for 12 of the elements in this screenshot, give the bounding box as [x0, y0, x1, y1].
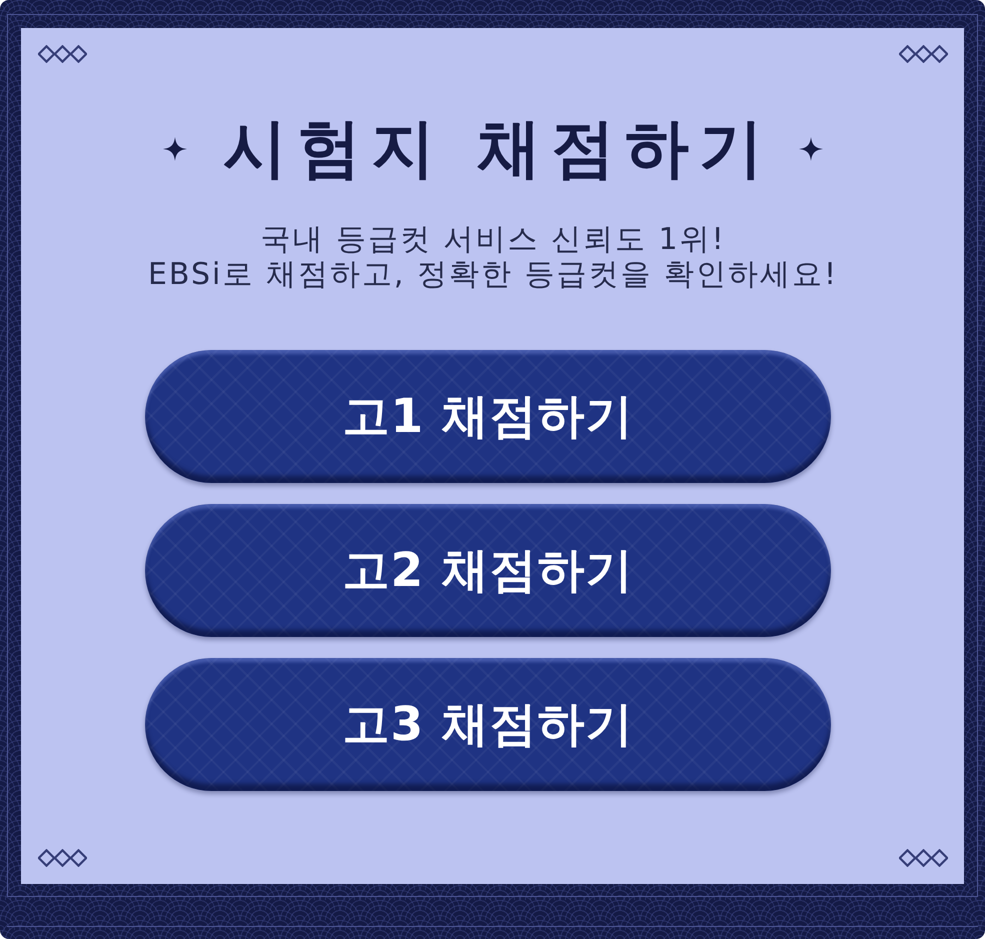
diamond-chain-icon: [38, 45, 87, 63]
grade-scoring-button[interactable]: 고3 채점하기: [145, 658, 831, 791]
diamond-chain-icon: [899, 849, 948, 867]
diamond-chain-icon: [899, 45, 948, 63]
grade-scoring-button[interactable]: 고2 채점하기: [145, 504, 831, 637]
page-title: 시험지 채점하기: [222, 111, 774, 187]
sparkle-icon: [162, 137, 187, 161]
subtitle-line: 국내 등급컷 서비스 신뢰도 1위!: [260, 222, 726, 257]
diamond-chain-icon: [38, 849, 87, 867]
subtitle-line: EBSi로 채점하고, 정확한 등급컷을 확인하세요!: [148, 257, 838, 292]
grade-scoring-button[interactable]: 고1 채점하기: [145, 350, 831, 483]
sparkle-icon: [799, 137, 824, 161]
